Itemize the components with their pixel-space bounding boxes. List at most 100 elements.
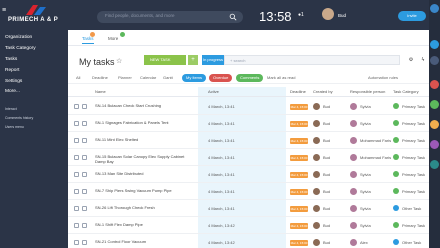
row-menu-icon[interactable] [82,121,87,126]
table-row[interactable]: SN-14 Bulacan Check Start Crushing 4 Marc… [68,98,429,115]
creator-name[interactable]: Bud [323,172,330,177]
task-name[interactable]: SN-1 Shift Flex Damp Pipe [95,222,190,227]
task-name[interactable]: SN-1 Signages Fabrication & Panels Tent [95,120,190,125]
filter-deadline[interactable]: Deadline [92,75,108,80]
deadline-badge[interactable]: Mar 4, 15:00 [290,155,308,161]
rail-chat-button[interactable] [430,40,439,49]
table-row[interactable]: SN-15 Bulacan Solar Canopy Elec Supply C… [68,149,429,166]
flash-icon[interactable]: ϟ [418,55,428,65]
sidebar-subitem-users[interactable]: Users menu [5,125,24,129]
rail-avatar-button[interactable] [430,4,439,13]
responsible-name[interactable]: Sylvia [360,189,371,194]
row-menu-icon[interactable] [82,223,87,228]
creator-name[interactable]: Bud [323,155,330,160]
sidebar-item-organization[interactable]: Organization [5,35,32,40]
table-row[interactable]: SN-21 Control Floor Vacuum 4 March, 13:42… [68,234,429,248]
deadline-badge[interactable]: Mar 4, 15:00 [290,138,308,144]
sidebar-item-more[interactable]: More... [5,89,20,94]
col-active[interactable]: Active [208,89,219,94]
sidebar-subitem-interact[interactable]: Interact [5,107,17,111]
col-responsible[interactable]: Responsible person [350,89,385,94]
new-task-button[interactable]: NEW TASK [144,55,186,65]
deadline-badge[interactable]: Mar 4, 15:00 [290,121,308,127]
filter-calendar[interactable]: Calendar [140,75,156,80]
sidebar-item-report[interactable]: Report [5,68,19,73]
in-progress-filter[interactable]: In progress [202,55,224,65]
task-name[interactable]: SN-13 Man Site Distributed [95,171,190,176]
row-checkbox[interactable] [74,155,79,160]
col-deadline[interactable]: Deadline [290,89,306,94]
row-menu-icon[interactable] [82,104,87,109]
row-menu-icon[interactable] [82,138,87,143]
table-row[interactable]: SN-11 Mint Elec Shelted 4 March, 13:41 Mar… [68,132,429,149]
row-menu-icon[interactable] [82,155,87,160]
global-search[interactable]: Find people, documents, and more [97,11,243,23]
user-avatar[interactable] [322,8,334,20]
add-button[interactable]: + [188,55,198,65]
creator-name[interactable]: Bud [323,206,330,211]
col-name[interactable]: Name [95,89,106,94]
task-name[interactable]: SN-7 Ship Piers Swing Vacuum Pump Pipe [95,188,190,193]
row-checkbox[interactable] [74,240,79,245]
row-menu-icon[interactable] [82,189,87,194]
rail-call-button[interactable] [430,100,439,109]
sidebar-item-settings[interactable]: Settings [5,79,22,84]
task-search-input[interactable]: + search [224,55,400,65]
responsible-name[interactable]: Sylvia [360,104,371,109]
table-row[interactable]: SN-13 Man Site Distributed 4 March, 13:41… [68,166,429,183]
row-checkbox[interactable] [74,189,79,194]
sidebar-subitem-comments[interactable]: Comments history [5,116,33,120]
row-checkbox[interactable] [74,206,79,211]
table-row[interactable]: SN-7 Ship Piers Swing Vacuum Pump Pipe 4 … [68,183,429,200]
pill-my-items[interactable]: My items [182,74,206,82]
row-checkbox[interactable] [74,172,79,177]
deadline-badge[interactable]: Mar 4, 15:00 [290,223,308,229]
creator-name[interactable]: Bud [323,138,330,143]
row-checkbox[interactable] [74,138,79,143]
filter-all[interactable]: All [76,75,80,80]
row-checkbox[interactable] [74,223,79,228]
deadline-badge[interactable]: Mar 4, 15:00 [290,240,308,246]
sidebar-item-task-category[interactable]: Task Category [5,46,36,51]
responsible-name[interactable]: Mohammad Faris [360,155,391,160]
rail-user-button[interactable] [430,120,439,129]
responsible-name[interactable]: Sylvia [360,172,371,177]
responsible-name[interactable]: Mohammad Faris [360,138,391,143]
table-row[interactable]: SN-1 Signages Fabrication & Panels Tent 4… [68,115,429,132]
col-category[interactable]: Task Category [393,89,419,94]
row-menu-icon[interactable] [82,240,87,245]
deadline-badge[interactable]: Mar 4, 15:00 [290,189,308,195]
table-row[interactable]: SN-1 Shift Flex Damp Pipe 4 March, 13:42 M… [68,217,429,234]
row-menu-icon[interactable] [82,172,87,177]
responsible-name[interactable]: Sylvia [360,121,371,126]
sidebar-item-tasks[interactable]: Tasks [5,57,17,62]
rail-notification-button[interactable] [430,80,439,89]
deadline-badge[interactable]: Mar 4, 15:00 [290,206,308,212]
tab-more[interactable]: More [108,36,118,41]
row-menu-icon[interactable] [82,206,87,211]
rail-user-button-3[interactable] [430,160,439,169]
deadline-badge[interactable]: Mar 4, 15:00 [290,172,308,178]
col-created-by[interactable]: Created by [313,89,333,94]
deadline-badge[interactable]: Mar 4, 15:00 [290,104,308,110]
responsible-name[interactable]: Alex [360,240,368,245]
pill-overdue[interactable]: Overdue [209,74,233,82]
rail-contact-button[interactable] [430,56,439,65]
filter-planner[interactable]: Planner [118,75,132,80]
invite-button[interactable]: Invite [398,11,426,21]
row-checkbox[interactable] [74,121,79,126]
automation-rules[interactable]: Automation rules [368,75,398,80]
rail-user-button-2[interactable] [430,140,439,149]
task-name[interactable]: SN-26 Lift Thorough Check Fresh [95,205,190,210]
filter-gantt[interactable]: Gantt [163,75,173,80]
user-name[interactable]: Bud [338,13,346,18]
responsible-name[interactable]: Sylvia [360,206,371,211]
task-name[interactable]: SN-11 Mint Elec Shelted [95,137,190,142]
settings-gear-icon[interactable]: ⚙ [406,55,416,65]
table-row[interactable]: SN-26 Lift Thorough Check Fresh 4 March, … [68,200,429,217]
creator-name[interactable]: Bud [323,189,330,194]
creator-name[interactable]: Bud [323,121,330,126]
tab-tasks[interactable]: Tasks [82,36,94,44]
mark-all-read[interactable]: Mark all as read [267,75,295,80]
task-name[interactable]: SN-15 Bulacan Solar Canopy Elec Supply C… [95,154,190,164]
